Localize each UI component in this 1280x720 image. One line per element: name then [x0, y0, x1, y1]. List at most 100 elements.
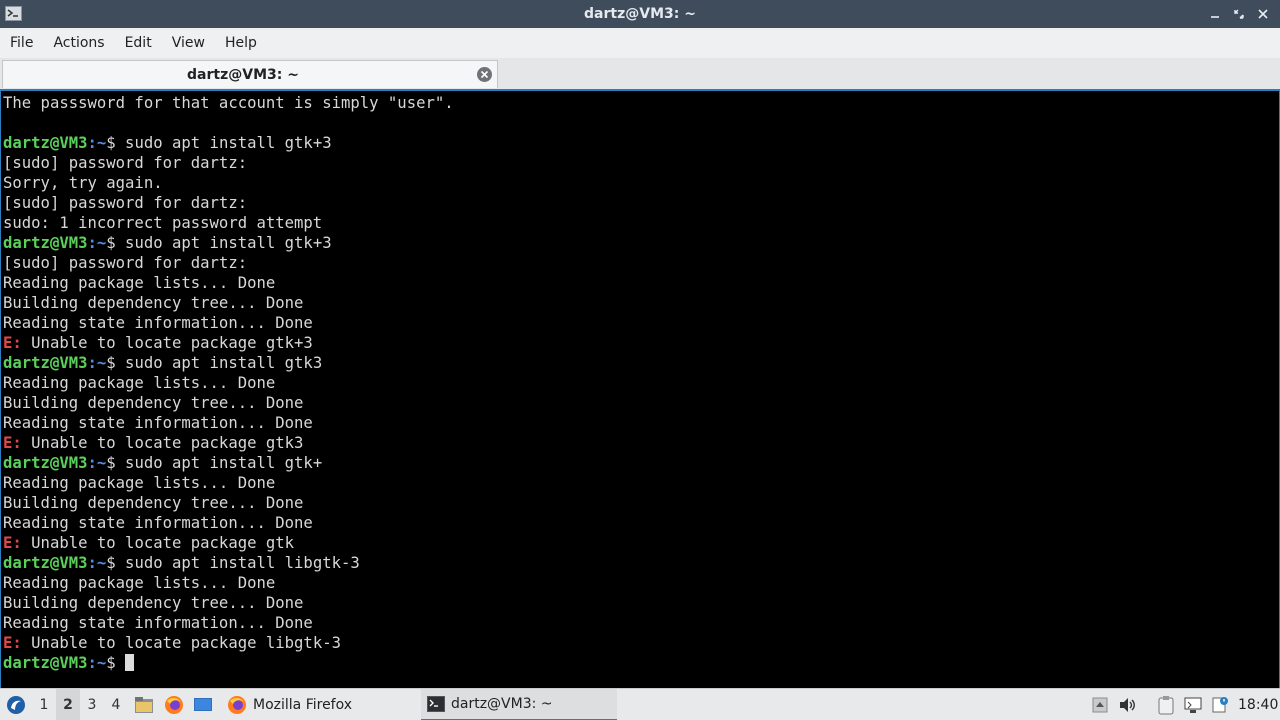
lubuntu-logo-icon: [7, 696, 25, 714]
menu-edit[interactable]: Edit: [115, 28, 162, 58]
volume-icon: [1120, 698, 1135, 712]
error-prefix: E:: [3, 334, 22, 352]
command-text: sudo apt install gtk+: [115, 454, 323, 472]
clock[interactable]: 18:40: [1238, 689, 1278, 720]
terminal-output-line: Reading package lists... Done: [3, 274, 276, 292]
workspace-4[interactable]: 4: [104, 689, 128, 720]
terminal-prompt-line: dartz@VM3:~$: [3, 653, 1277, 673]
error-message: Unable to locate package gtk+3: [21, 334, 313, 352]
terminal-output-line: Reading state information... Done: [3, 514, 313, 532]
error-prefix: E:: [3, 534, 22, 552]
window-controls: [1206, 4, 1272, 24]
terminal-output-line: Building dependency tree... Done: [3, 294, 304, 312]
prompt-path: :~: [87, 354, 107, 372]
terminal-output-line: [sudo] password for dartz:: [3, 254, 248, 272]
prompt-symbol: $: [106, 454, 116, 472]
error-prefix: E:: [3, 434, 22, 452]
terminal-output-line: Reading package lists... Done: [3, 374, 276, 392]
window-title: dartz@VM3: ~: [584, 6, 696, 22]
menu-actions[interactable]: Actions: [43, 28, 114, 58]
terminal-output-line: Reading package lists... Done: [3, 574, 276, 592]
tab-close-button[interactable]: [476, 66, 493, 83]
error-message: Unable to locate package gtk3: [21, 434, 304, 452]
command-text: [116, 654, 125, 672]
volume-button[interactable]: [1117, 689, 1139, 720]
prompt-user: dartz@VM3: [3, 134, 88, 152]
prompt-path: :~: [87, 454, 107, 472]
updates-button[interactable]: [1209, 689, 1231, 720]
show-desktop-button[interactable]: [192, 689, 214, 720]
task-label: dartz@VM3: ~: [451, 696, 553, 712]
taskbar: 1 2 3 4 Mozilla Firefox dartz@VM3: ~ 18:…: [0, 688, 1280, 720]
terminal-output-line: [sudo] password for dartz:: [3, 194, 248, 212]
firefox-icon: [165, 696, 183, 714]
workspace-3[interactable]: 3: [80, 689, 104, 720]
network-icon: [1184, 697, 1202, 713]
terminal-error-line: E: Unable to locate package gtk: [3, 533, 1277, 553]
command-text: sudo apt install gtk+3: [115, 234, 332, 252]
terminal-cursor: [125, 654, 135, 671]
command-text: sudo apt install gtk+3: [115, 134, 332, 152]
terminal-output-line: Reading package lists... Done: [3, 474, 276, 492]
firefox-launcher[interactable]: [163, 689, 185, 720]
terminal-prompt-line: dartz@VM3:~$ sudo apt install gtk+3: [3, 133, 1277, 153]
prompt-symbol: $: [106, 134, 116, 152]
clipboard-icon: [1158, 696, 1174, 715]
prompt-user: dartz@VM3: [3, 654, 88, 672]
clipboard-button[interactable]: [1155, 689, 1177, 720]
terminal-view[interactable]: The passsword for that account is simply…: [0, 89, 1280, 688]
task-firefox[interactable]: Mozilla Firefox: [221, 689, 419, 720]
folder-icon: [135, 697, 153, 713]
terminal-output-line: The passsword for that account is simply…: [3, 94, 454, 112]
window-titlebar[interactable]: dartz@VM3: ~: [0, 0, 1280, 28]
menu-view[interactable]: View: [162, 28, 215, 58]
menu-file[interactable]: File: [0, 28, 43, 58]
terminal-prompt-line: dartz@VM3:~$ sudo apt install gtk+: [3, 453, 1277, 473]
error-message: Unable to locate package libgtk-3: [21, 634, 341, 652]
prompt-path: :~: [87, 134, 107, 152]
terminal-output-line: Reading state information... Done: [3, 414, 313, 432]
workspace-1[interactable]: 1: [32, 689, 56, 720]
start-menu-button[interactable]: [4, 689, 28, 720]
desktop: dartz@VM3: ~ File Actions Edit View Help…: [0, 0, 1280, 720]
prompt-symbol: $: [106, 654, 116, 672]
maximize-button[interactable]: [1230, 4, 1248, 24]
task-terminal[interactable]: dartz@VM3: ~: [421, 689, 617, 720]
terminal-prompt-line: dartz@VM3:~$ sudo apt install gtk+3: [3, 233, 1277, 253]
prompt-user: dartz@VM3: [3, 454, 88, 472]
terminal-error-line: E: Unable to locate package gtk3: [3, 433, 1277, 453]
update-notifier-icon: [1212, 697, 1228, 713]
terminal-output-line: sudo: 1 incorrect password attempt: [3, 214, 323, 232]
prompt-symbol: $: [106, 554, 116, 572]
workspace-2[interactable]: 2: [56, 689, 80, 720]
restore-icon: [1234, 9, 1244, 19]
prompt-user: dartz@VM3: [3, 234, 88, 252]
command-text: sudo apt install libgtk-3: [115, 554, 360, 572]
prompt-symbol: $: [106, 234, 116, 252]
terminal-error-line: E: Unable to locate package libgtk-3: [3, 633, 1277, 653]
terminal-output-line: Building dependency tree... Done: [3, 394, 304, 412]
tab-label: dartz@VM3: ~: [187, 67, 299, 83]
terminal-output-line: Sorry, try again.: [3, 174, 163, 192]
terminal-output-line: Building dependency tree... Done: [3, 594, 304, 612]
prompt-path: :~: [87, 554, 107, 572]
prompt-path: :~: [87, 654, 107, 672]
error-prefix: E:: [3, 634, 22, 652]
minimize-icon: [1211, 16, 1219, 18]
files-launcher[interactable]: [133, 689, 155, 720]
network-button[interactable]: [1182, 689, 1204, 720]
terminal-output: The passsword for that account is simply…: [3, 93, 1277, 673]
terminal-output-line: Building dependency tree... Done: [3, 494, 304, 512]
prompt-user: dartz@VM3: [3, 354, 88, 372]
terminal-output-line: [sudo] password for dartz:: [3, 154, 248, 172]
tray-arrow-button[interactable]: [1090, 689, 1110, 720]
terminal-error-line: E: Unable to locate package gtk+3: [3, 333, 1277, 353]
minimize-button[interactable]: [1206, 4, 1224, 24]
tab-terminal[interactable]: dartz@VM3: ~: [2, 60, 498, 88]
command-text: sudo apt install gtk3: [115, 354, 323, 372]
menu-help[interactable]: Help: [215, 28, 267, 58]
close-window-button[interactable]: [1254, 4, 1272, 24]
terminal-icon: [427, 696, 445, 712]
menu-bar: File Actions Edit View Help: [0, 28, 1280, 59]
